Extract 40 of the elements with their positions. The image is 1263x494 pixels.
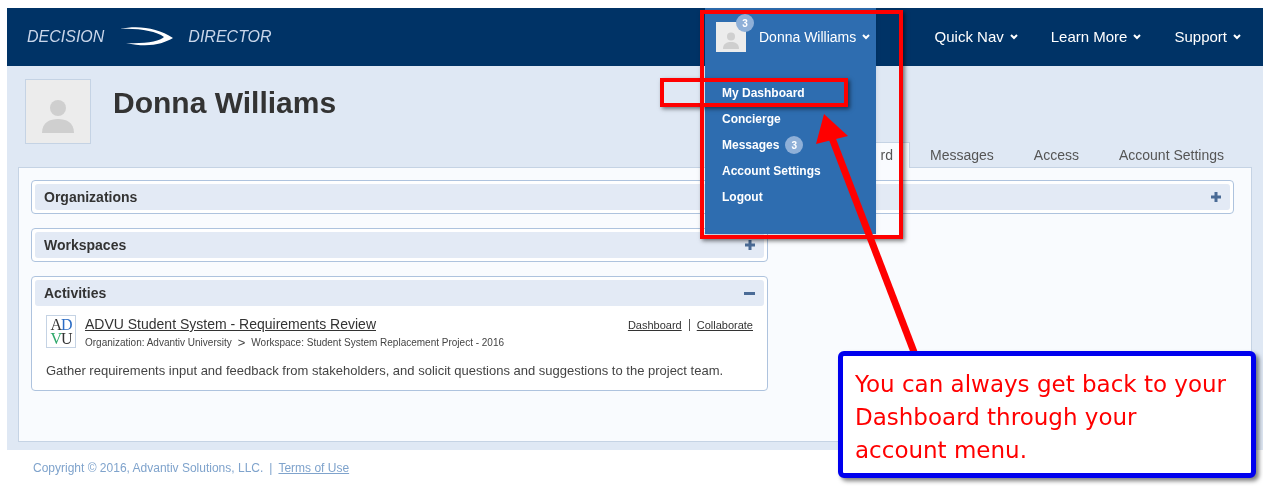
expand-icon[interactable] [1211, 192, 1221, 202]
count-badge: 3 [785, 136, 804, 154]
breadcrumb-text: Workspace: Student System Replacement Project - 2016 [251, 336, 505, 350]
expand-icon[interactable] [745, 240, 755, 250]
activity-action-link[interactable]: Collaborate [696, 317, 753, 334]
caret-icon [1133, 34, 1142, 40]
nav-menu-button[interactable]: Support [1174, 25, 1241, 49]
notification-badge: 3 [736, 14, 754, 32]
advu-logo: AD VU [46, 315, 76, 348]
panel-title: Organizations [44, 187, 138, 207]
menu-item[interactable]: Account Settings [722, 162, 821, 180]
activity-description: Gather requirements input and feedback from stakeholders, and solicit questions and suggestions to the project team. [46, 363, 725, 379]
callout-text: You can always get back to your Dashboard through your account menu. [855, 370, 1227, 465]
brand-text: DECISION [27, 27, 105, 47]
panel-title: Activities [44, 283, 107, 303]
activity-link[interactable]: ADVU Student System - Requirements Review [85, 315, 628, 333]
activity-action-link[interactable]: Dashboard [627, 317, 682, 334]
profile-name: Donna Williams [113, 85, 337, 121]
menu-item[interactable]: Messages [722, 136, 780, 154]
menu-item[interactable]: Logout [722, 188, 763, 206]
menu-item[interactable]: My Dashboard [722, 84, 805, 102]
caret-icon [862, 34, 871, 40]
copyright-text: Copyright © 2016, Advantiv Solutions, LLC. [33, 460, 264, 477]
tab[interactable]: Messages [910, 143, 1014, 167]
tab[interactable]: Account Settings [1098, 143, 1244, 167]
breadcrumb-text: Organization: Advantiv University [85, 336, 232, 350]
caret-icon [1009, 34, 1018, 40]
breadcrumb-separator: > [237, 336, 246, 349]
person-icon [40, 97, 76, 133]
separator-text: | [269, 460, 273, 477]
collapse-icon[interactable] [744, 291, 755, 295]
tab[interactable]: Access [1013, 143, 1099, 167]
menu-item[interactable]: Concierge [722, 110, 781, 128]
caret-icon [1233, 34, 1241, 40]
user-menu-button[interactable]: Donna Williams [759, 26, 871, 48]
nav-menu-button[interactable]: Learn More [1050, 25, 1142, 49]
person-icon [722, 31, 740, 49]
brand-text: DIRECTOR [188, 27, 272, 47]
panel-title: Workspaces [44, 235, 127, 255]
nav-menu-button[interactable]: Quick Nav [934, 25, 1018, 49]
